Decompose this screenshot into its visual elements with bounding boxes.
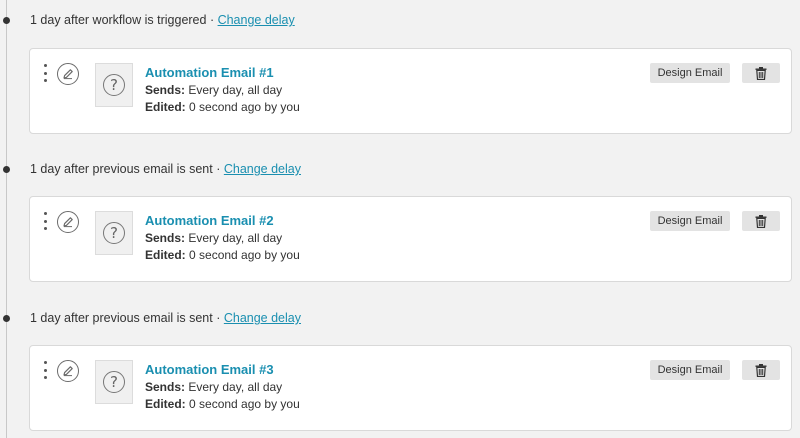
- trash-icon: [755, 363, 767, 377]
- workflow-timeline: [6, 0, 7, 438]
- email-title-link[interactable]: Automation Email #3: [145, 362, 274, 377]
- question-mark-icon: ?: [103, 222, 125, 244]
- change-delay-link[interactable]: Change delay: [224, 311, 301, 325]
- pencil-icon: [63, 217, 73, 228]
- email-thumbnail[interactable]: ?: [95, 360, 133, 404]
- delay-text: 1 day after previous email is sent · Cha…: [30, 311, 301, 325]
- delay-row: 1 day after workflow is triggered · Chan…: [0, 10, 800, 30]
- edited-info: Edited: 0 second ago by you: [145, 248, 300, 262]
- sends-info: Sends: Every day, all day: [145, 380, 282, 394]
- edit-button[interactable]: [57, 360, 79, 382]
- edited-label: Edited:: [145, 397, 186, 411]
- sends-value: Every day, all day: [185, 380, 283, 394]
- delay-text: 1 day after previous email is sent · Cha…: [30, 162, 301, 176]
- delete-email-button[interactable]: [742, 63, 780, 83]
- kebab-icon[interactable]: [43, 361, 47, 379]
- timeline-dot: [3, 17, 10, 24]
- delay-row: 1 day after previous email is sent · Cha…: [0, 308, 800, 328]
- change-delay-link[interactable]: Change delay: [224, 162, 301, 176]
- pencil-icon: [63, 69, 73, 80]
- delay-description: 1 day after previous email is sent ·: [30, 311, 224, 325]
- kebab-icon[interactable]: [43, 212, 47, 230]
- email-card: ? Automation Email #3 Sends: Every day, …: [29, 345, 792, 431]
- sends-info: Sends: Every day, all day: [145, 231, 282, 245]
- timeline-dot: [3, 166, 10, 173]
- pencil-icon: [63, 366, 73, 377]
- edited-value: 0 second ago by you: [185, 397, 300, 411]
- edit-button[interactable]: [57, 211, 79, 233]
- email-title-link[interactable]: Automation Email #1: [145, 65, 274, 80]
- delay-text: 1 day after workflow is triggered · Chan…: [30, 13, 295, 27]
- sends-label: Sends:: [145, 83, 186, 97]
- delete-email-button[interactable]: [742, 360, 780, 380]
- email-thumbnail[interactable]: ?: [95, 63, 133, 107]
- delay-description: 1 day after previous email is sent ·: [30, 162, 224, 176]
- delay-description: 1 day after workflow is triggered ·: [30, 13, 218, 27]
- change-delay-link[interactable]: Change delay: [218, 13, 295, 27]
- design-email-button[interactable]: Design Email: [650, 211, 730, 231]
- edited-label: Edited:: [145, 248, 186, 262]
- email-card: ? Automation Email #1 Sends: Every day, …: [29, 48, 792, 134]
- question-mark-icon: ?: [103, 74, 125, 96]
- email-thumbnail[interactable]: ?: [95, 211, 133, 255]
- delete-email-button[interactable]: [742, 211, 780, 231]
- sends-label: Sends:: [145, 231, 186, 245]
- sends-value: Every day, all day: [185, 231, 283, 245]
- trash-icon: [755, 214, 767, 228]
- edited-info: Edited: 0 second ago by you: [145, 397, 300, 411]
- sends-value: Every day, all day: [185, 83, 283, 97]
- timeline-dot: [3, 315, 10, 322]
- email-title-link[interactable]: Automation Email #2: [145, 213, 274, 228]
- design-email-button[interactable]: Design Email: [650, 63, 730, 83]
- edited-label: Edited:: [145, 100, 186, 114]
- edited-value: 0 second ago by you: [185, 248, 300, 262]
- edit-button[interactable]: [57, 63, 79, 85]
- sends-info: Sends: Every day, all day: [145, 83, 282, 97]
- edited-info: Edited: 0 second ago by you: [145, 100, 300, 114]
- kebab-icon[interactable]: [43, 64, 47, 82]
- sends-label: Sends:: [145, 380, 186, 394]
- delay-row: 1 day after previous email is sent · Cha…: [0, 159, 800, 179]
- edited-value: 0 second ago by you: [185, 100, 300, 114]
- design-email-button[interactable]: Design Email: [650, 360, 730, 380]
- question-mark-icon: ?: [103, 371, 125, 393]
- email-card: ? Automation Email #2 Sends: Every day, …: [29, 196, 792, 282]
- trash-icon: [755, 66, 767, 80]
